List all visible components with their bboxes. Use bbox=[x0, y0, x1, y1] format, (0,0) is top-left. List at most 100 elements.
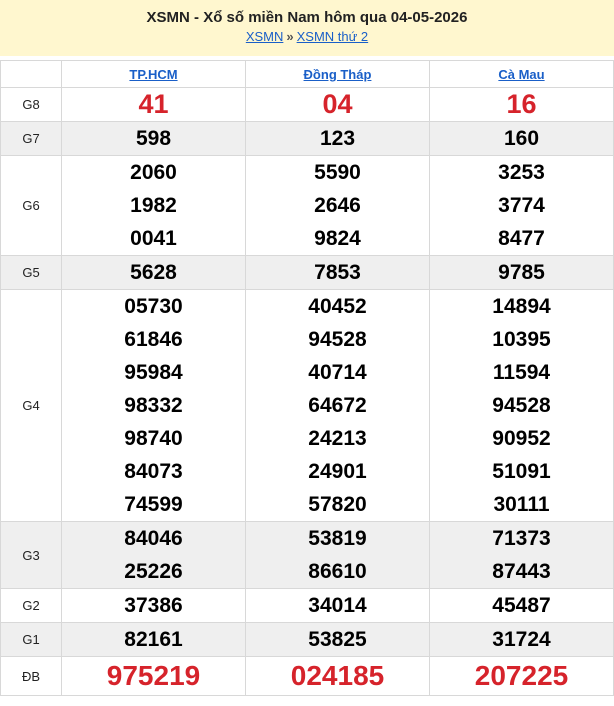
prize-cell: 160 bbox=[429, 121, 614, 156]
prize-cell: 45487 bbox=[429, 588, 614, 623]
prize-number: 98740 bbox=[124, 427, 183, 450]
prize-number: 51091 bbox=[492, 460, 551, 483]
prize-cell: 82161 bbox=[61, 622, 246, 657]
header-corner-cell bbox=[0, 60, 62, 88]
prize-number: 82161 bbox=[124, 628, 183, 651]
prize-row-g6: G6 2060 1982 0041 5590 2646 9824 3253 37… bbox=[0, 155, 614, 256]
prize-number: 86610 bbox=[308, 560, 367, 583]
breadcrumb: XSMN» XSMN thứ 2 bbox=[0, 29, 614, 45]
province-link-dong-thap[interactable]: Đồng Tháp bbox=[304, 67, 372, 82]
prize-label-g1: G1 bbox=[0, 622, 62, 657]
special-prize-number: 024185 bbox=[290, 660, 385, 691]
prize-cell: 05730 61846 95984 98332 98740 84073 7459… bbox=[61, 289, 246, 522]
prize-label-g2: G2 bbox=[0, 588, 62, 623]
prize-number: 74599 bbox=[124, 493, 183, 516]
prize-number: 7853 bbox=[314, 261, 361, 284]
province-link-ca-mau[interactable]: Cà Mau bbox=[498, 67, 544, 82]
prize-number: 1982 bbox=[130, 194, 177, 217]
prize-number: 41 bbox=[138, 89, 169, 119]
prize-number: 84073 bbox=[124, 460, 183, 483]
prize-number: 37386 bbox=[124, 594, 183, 617]
prize-number: 9785 bbox=[498, 261, 545, 284]
prize-number: 04 bbox=[322, 89, 353, 119]
prize-cell: 53825 bbox=[245, 622, 430, 657]
prize-cell: 9785 bbox=[429, 255, 614, 290]
prize-cell: 41 bbox=[61, 87, 246, 122]
prize-number: 53819 bbox=[308, 527, 367, 550]
prize-cell: 207225 bbox=[429, 656, 614, 696]
prize-cell: 5590 2646 9824 bbox=[245, 155, 430, 256]
page-header: XSMN - Xổ số miền Nam hôm qua 04-05-2026… bbox=[0, 0, 614, 56]
prize-number: 3253 bbox=[498, 161, 545, 184]
prize-label-g8: G8 bbox=[0, 87, 62, 122]
prize-number: 87443 bbox=[492, 560, 551, 583]
prize-number: 598 bbox=[135, 127, 172, 150]
prize-cell: 14894 10395 11594 94528 90952 51091 3011… bbox=[429, 289, 614, 522]
prize-cell: 975219 bbox=[61, 656, 246, 696]
prize-number: 30111 bbox=[493, 493, 550, 516]
prize-number: 45487 bbox=[492, 594, 551, 617]
special-prize-number: 207225 bbox=[474, 660, 569, 691]
prize-row-g7: G7 598 123 160 bbox=[0, 121, 614, 156]
prize-cell: 71373 87443 bbox=[429, 521, 614, 589]
prize-label-db: ĐB bbox=[0, 656, 62, 696]
prize-cell: 40452 94528 40714 64672 24213 24901 5782… bbox=[245, 289, 430, 522]
prize-row-g5: G5 5628 7853 9785 bbox=[0, 255, 614, 290]
prize-number: 8477 bbox=[498, 227, 545, 250]
prize-label-g3: G3 bbox=[0, 521, 62, 589]
prize-number: 24213 bbox=[308, 427, 367, 450]
prize-cell: 37386 bbox=[61, 588, 246, 623]
prize-number: 57820 bbox=[308, 493, 367, 516]
prize-number: 11594 bbox=[492, 361, 551, 384]
page-title: XSMN - Xổ số miền Nam hôm qua 04-05-2026 bbox=[146, 9, 468, 26]
prize-number: 90952 bbox=[492, 427, 551, 450]
prize-number: 53825 bbox=[308, 628, 367, 651]
prize-number: 24901 bbox=[308, 460, 367, 483]
special-prize-number: 975219 bbox=[106, 660, 201, 691]
prize-row-g3: G3 84046 25226 53819 86610 71373 87443 bbox=[0, 521, 614, 589]
prize-cell: 3253 3774 8477 bbox=[429, 155, 614, 256]
prize-label-g6: G6 bbox=[0, 155, 62, 256]
prize-number: 84046 bbox=[124, 527, 183, 550]
prize-number: 31724 bbox=[492, 628, 551, 651]
prize-cell: 16 bbox=[429, 87, 614, 122]
prize-number: 10395 bbox=[492, 328, 551, 351]
prize-row-g8: G8 41 04 16 bbox=[0, 87, 614, 122]
breadcrumb-separator: » bbox=[286, 29, 294, 44]
prize-cell: 123 bbox=[245, 121, 430, 156]
prize-number: 40714 bbox=[308, 361, 367, 384]
prize-number: 0041 bbox=[130, 227, 177, 250]
prize-number: 61846 bbox=[124, 328, 183, 351]
province-header-ca-mau: Cà Mau bbox=[429, 60, 614, 88]
prize-number: 3774 bbox=[498, 194, 545, 217]
prize-cell: 2060 1982 0041 bbox=[61, 155, 246, 256]
prize-label-g4: G4 bbox=[0, 289, 62, 522]
prize-number: 40452 bbox=[308, 295, 367, 318]
prize-cell: 024185 bbox=[245, 656, 430, 696]
prize-row-db: ĐB 975219 024185 207225 bbox=[0, 656, 614, 696]
prize-label-g5: G5 bbox=[0, 255, 62, 290]
prize-number: 94528 bbox=[308, 328, 367, 351]
prize-number: 64672 bbox=[308, 394, 367, 417]
prize-number: 160 bbox=[503, 127, 540, 150]
prize-number: 98332 bbox=[124, 394, 183, 417]
prize-cell: 31724 bbox=[429, 622, 614, 657]
province-header-dong-thap: Đồng Tháp bbox=[245, 60, 430, 88]
prize-number: 34014 bbox=[308, 594, 367, 617]
prize-number: 16 bbox=[506, 89, 537, 119]
prize-number: 9824 bbox=[314, 227, 361, 250]
prize-number: 14894 bbox=[492, 295, 551, 318]
prize-cell: 598 bbox=[61, 121, 246, 156]
prize-cell: 04 bbox=[245, 87, 430, 122]
prize-row-g4: G4 05730 61846 95984 98332 98740 84073 7… bbox=[0, 289, 614, 522]
breadcrumb-link-xsmn[interactable]: XSMN bbox=[246, 29, 284, 44]
province-header-tphcm: TP.HCM bbox=[61, 60, 246, 88]
province-link-tphcm[interactable]: TP.HCM bbox=[129, 67, 177, 82]
prize-number: 5590 bbox=[314, 161, 361, 184]
prize-number: 95984 bbox=[124, 361, 183, 384]
prize-cell: 7853 bbox=[245, 255, 430, 290]
prize-number: 71373 bbox=[492, 527, 551, 550]
breadcrumb-link-xsmn-thu-2[interactable]: XSMN thứ 2 bbox=[297, 29, 369, 44]
prize-number: 5628 bbox=[130, 261, 177, 284]
prize-number: 2646 bbox=[314, 194, 361, 217]
